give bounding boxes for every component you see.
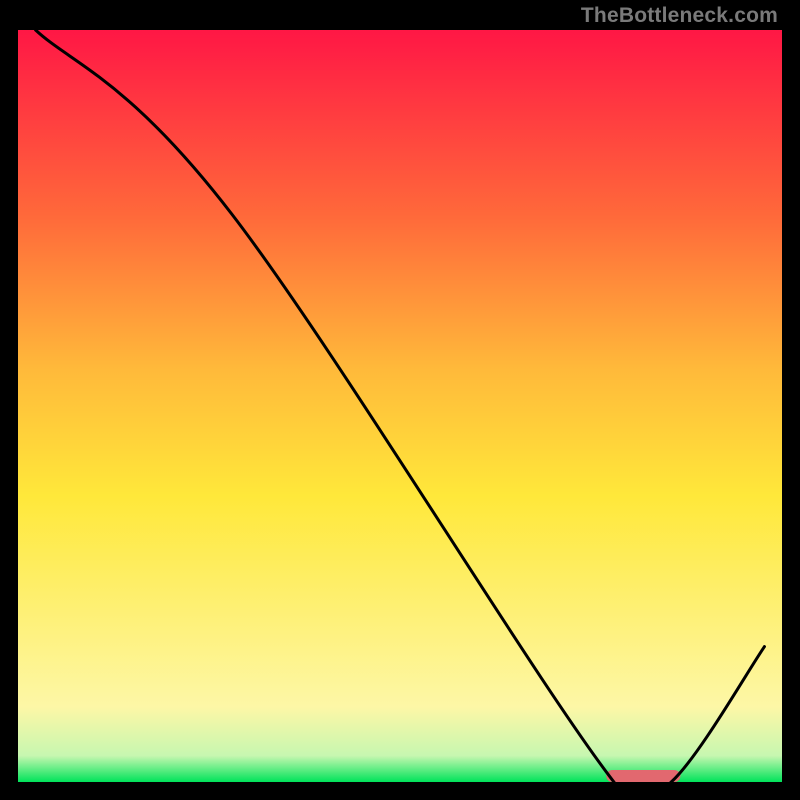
chart-container: TheBottleneck.com	[0, 0, 800, 800]
chart-gradient-bg	[18, 30, 782, 782]
watermark-text: TheBottleneck.com	[581, 4, 778, 28]
chart-marker	[606, 770, 680, 782]
chart-svg	[0, 0, 800, 800]
